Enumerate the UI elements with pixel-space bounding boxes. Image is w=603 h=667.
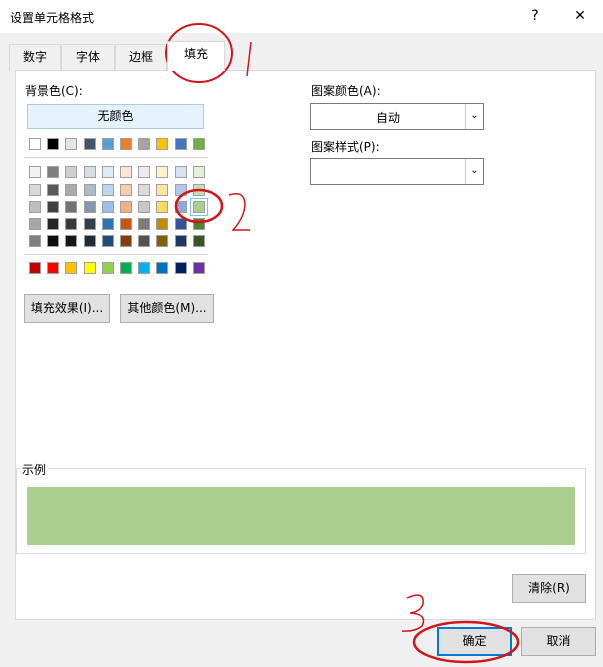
color-swatch[interactable] [156, 201, 169, 213]
color-swatch[interactable] [101, 262, 114, 274]
color-swatch[interactable] [101, 235, 114, 247]
tab-font[interactable]: 字体 [61, 44, 115, 71]
more-colors-button[interactable]: 其他颜色(M)... [120, 294, 214, 323]
color-swatch[interactable] [138, 184, 151, 196]
color-swatch[interactable] [138, 138, 151, 150]
color-swatch[interactable] [47, 138, 60, 150]
color-swatch[interactable] [174, 235, 187, 247]
color-swatch[interactable] [47, 235, 60, 247]
color-swatch[interactable] [65, 184, 78, 196]
color-swatch[interactable] [65, 262, 78, 274]
color-swatch[interactable] [174, 184, 187, 196]
cancel-button[interactable]: 取消 [521, 627, 596, 656]
tab-fill[interactable]: 填充 [167, 41, 225, 71]
tab-number[interactable]: 数字 [9, 44, 61, 71]
color-swatch[interactable] [192, 218, 205, 230]
color-swatch[interactable] [101, 201, 114, 213]
color-swatch[interactable] [192, 166, 205, 178]
color-swatch[interactable] [47, 218, 60, 230]
color-swatch[interactable] [138, 235, 151, 247]
no-color-button[interactable]: 无颜色 [27, 104, 204, 129]
color-swatch[interactable] [47, 166, 60, 178]
color-swatch[interactable] [65, 138, 78, 150]
chevron-down-icon: ⌄ [465, 104, 483, 129]
color-swatch[interactable] [47, 262, 60, 274]
color-swatch[interactable] [65, 235, 78, 247]
color-swatch[interactable] [174, 166, 187, 178]
color-swatch[interactable] [83, 262, 96, 274]
color-swatch[interactable] [192, 184, 205, 196]
color-swatch[interactable] [156, 235, 169, 247]
divider [24, 254, 208, 255]
color-swatch[interactable] [120, 235, 132, 247]
color-swatch[interactable] [29, 218, 41, 230]
color-swatch[interactable] [47, 184, 60, 196]
help-button[interactable]: ? [520, 4, 550, 28]
sample-preview [27, 487, 575, 545]
color-swatch[interactable] [156, 166, 169, 178]
color-swatch[interactable] [65, 218, 78, 230]
color-swatch[interactable] [65, 166, 78, 178]
color-swatch[interactable] [29, 184, 41, 196]
color-swatch[interactable] [83, 218, 96, 230]
color-swatch[interactable] [101, 218, 114, 230]
background-color-label: 背景色(C): [25, 84, 83, 98]
color-swatch[interactable] [101, 166, 114, 178]
color-swatch[interactable] [83, 166, 96, 178]
color-swatch[interactable] [120, 166, 132, 178]
pattern-color-select[interactable]: 自动 ⌄ [310, 103, 484, 130]
color-swatch[interactable] [156, 184, 169, 196]
dialog-title: 设置单元格格式 [10, 11, 95, 25]
color-swatch[interactable] [29, 201, 41, 213]
color-swatch[interactable] [29, 262, 41, 274]
color-swatch[interactable] [174, 218, 187, 230]
color-swatch[interactable] [192, 138, 205, 150]
color-swatch[interactable] [83, 201, 96, 213]
color-swatch[interactable] [189, 198, 208, 216]
color-swatch[interactable] [138, 166, 151, 178]
color-swatch[interactable] [156, 262, 169, 274]
color-swatch[interactable] [83, 184, 96, 196]
color-swatch[interactable] [29, 166, 41, 178]
color-swatch[interactable] [138, 262, 151, 274]
color-swatch[interactable] [101, 184, 114, 196]
color-swatch[interactable] [29, 138, 41, 150]
color-swatch[interactable] [83, 235, 96, 247]
color-swatch[interactable] [138, 201, 151, 213]
pattern-color-value: 自动 [375, 111, 400, 125]
color-swatch[interactable] [174, 201, 187, 213]
chevron-down-icon: ⌄ [465, 159, 483, 184]
color-swatch[interactable] [83, 138, 96, 150]
color-swatch[interactable] [120, 201, 132, 213]
color-swatch[interactable] [156, 218, 169, 230]
sample-label: 示例 [20, 461, 49, 478]
color-swatch[interactable] [138, 218, 151, 230]
color-swatch[interactable] [29, 235, 41, 247]
pattern-style-label: 图案样式(P): [311, 140, 380, 154]
tab-border[interactable]: 边框 [115, 44, 167, 71]
color-swatch[interactable] [101, 138, 114, 150]
fill-effects-button[interactable]: 填充效果(I)... [24, 294, 110, 323]
color-swatch[interactable] [192, 235, 205, 247]
color-swatch[interactable] [156, 138, 169, 150]
color-swatch[interactable] [65, 201, 78, 213]
ok-button[interactable]: 确定 [437, 627, 512, 656]
divider [24, 157, 208, 158]
pattern-style-select[interactable]: ⌄ [310, 158, 484, 185]
color-swatch[interactable] [120, 138, 132, 150]
close-button[interactable]: ✕ [565, 4, 595, 28]
clear-button[interactable]: 清除(R) [512, 574, 586, 603]
color-swatch[interactable] [120, 218, 132, 230]
color-swatch[interactable] [174, 138, 187, 150]
color-swatch[interactable] [192, 262, 205, 274]
color-swatch[interactable] [120, 184, 132, 196]
color-swatch[interactable] [120, 262, 132, 274]
color-swatch[interactable] [174, 262, 187, 274]
pattern-color-label: 图案颜色(A): [311, 84, 381, 98]
color-swatch[interactable] [47, 201, 60, 213]
